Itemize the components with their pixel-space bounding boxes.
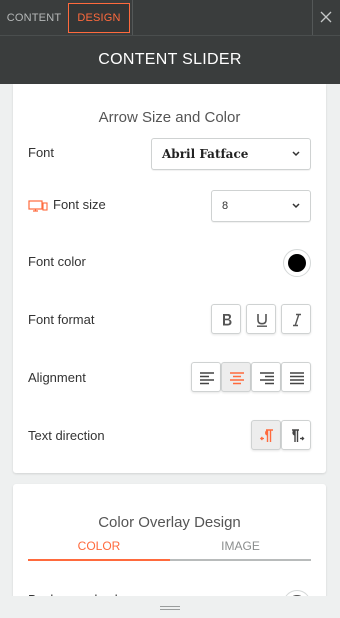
align-justify-icon — [290, 372, 304, 385]
align-center-icon — [230, 372, 244, 385]
align-justify-button[interactable] — [281, 362, 311, 392]
tab-design[interactable]: DESIGN — [68, 3, 130, 33]
font-color-label: Font color — [28, 254, 86, 269]
resize-handle[interactable] — [160, 606, 180, 612]
font-select-value: Abril Fatface — [162, 147, 249, 161]
chevron-down-icon — [292, 203, 300, 209]
direction-ltr-button[interactable] — [281, 420, 311, 450]
top-tab-bar: CONTENT DESIGN — [0, 0, 340, 35]
text-direction-rtl-icon — [259, 429, 273, 442]
italic-button[interactable] — [281, 304, 311, 334]
font-color-swatch[interactable] — [283, 249, 311, 277]
font-label: Font — [28, 145, 55, 160]
text-direction-label: Text direction — [28, 428, 105, 443]
align-right-icon — [260, 372, 274, 385]
align-center-button[interactable] — [221, 362, 251, 392]
close-button[interactable] — [313, 0, 340, 35]
handle-line — [160, 609, 180, 610]
panel-title: CONTENT SLIDER — [98, 51, 242, 68]
bottom-resize-bar — [0, 596, 340, 618]
section-title-overlay: Color Overlay Design — [98, 514, 241, 531]
font-size-value: 8 — [222, 200, 229, 212]
font-format-label: Font format — [28, 312, 95, 327]
direction-rtl-button[interactable] — [251, 420, 281, 450]
text-direction-ltr-icon — [292, 429, 305, 442]
underline-icon — [257, 314, 267, 327]
close-icon — [320, 11, 332, 23]
align-left-button[interactable] — [191, 362, 221, 392]
align-right-button[interactable] — [251, 362, 281, 392]
font-size-label: Font size — [53, 197, 106, 212]
italic-icon — [293, 313, 301, 327]
handle-line — [160, 606, 180, 607]
tab-image[interactable]: IMAGE — [170, 539, 311, 561]
tab-divider — [132, 0, 133, 35]
alignment-label: Alignment — [28, 370, 86, 385]
underline-button[interactable] — [246, 304, 276, 334]
section-title-arrow: Arrow Size and Color — [98, 109, 241, 126]
font-color-dot — [288, 254, 306, 272]
tab-content[interactable]: CONTENT — [1, 3, 67, 33]
align-left-icon — [200, 372, 214, 385]
desktop-icon — [28, 200, 48, 212]
font-size-select[interactable]: 8 — [211, 190, 311, 222]
arrow-settings-card: Arrow Size and Color Font Abril Fatface … — [13, 84, 326, 473]
panel-header: CONTENT SLIDER — [0, 35, 340, 84]
chevron-down-icon — [292, 151, 300, 157]
tab-color[interactable]: COLOR — [28, 539, 170, 561]
bold-button[interactable] — [211, 304, 241, 334]
font-select[interactable]: Abril Fatface — [151, 138, 311, 170]
bold-icon — [223, 314, 232, 326]
